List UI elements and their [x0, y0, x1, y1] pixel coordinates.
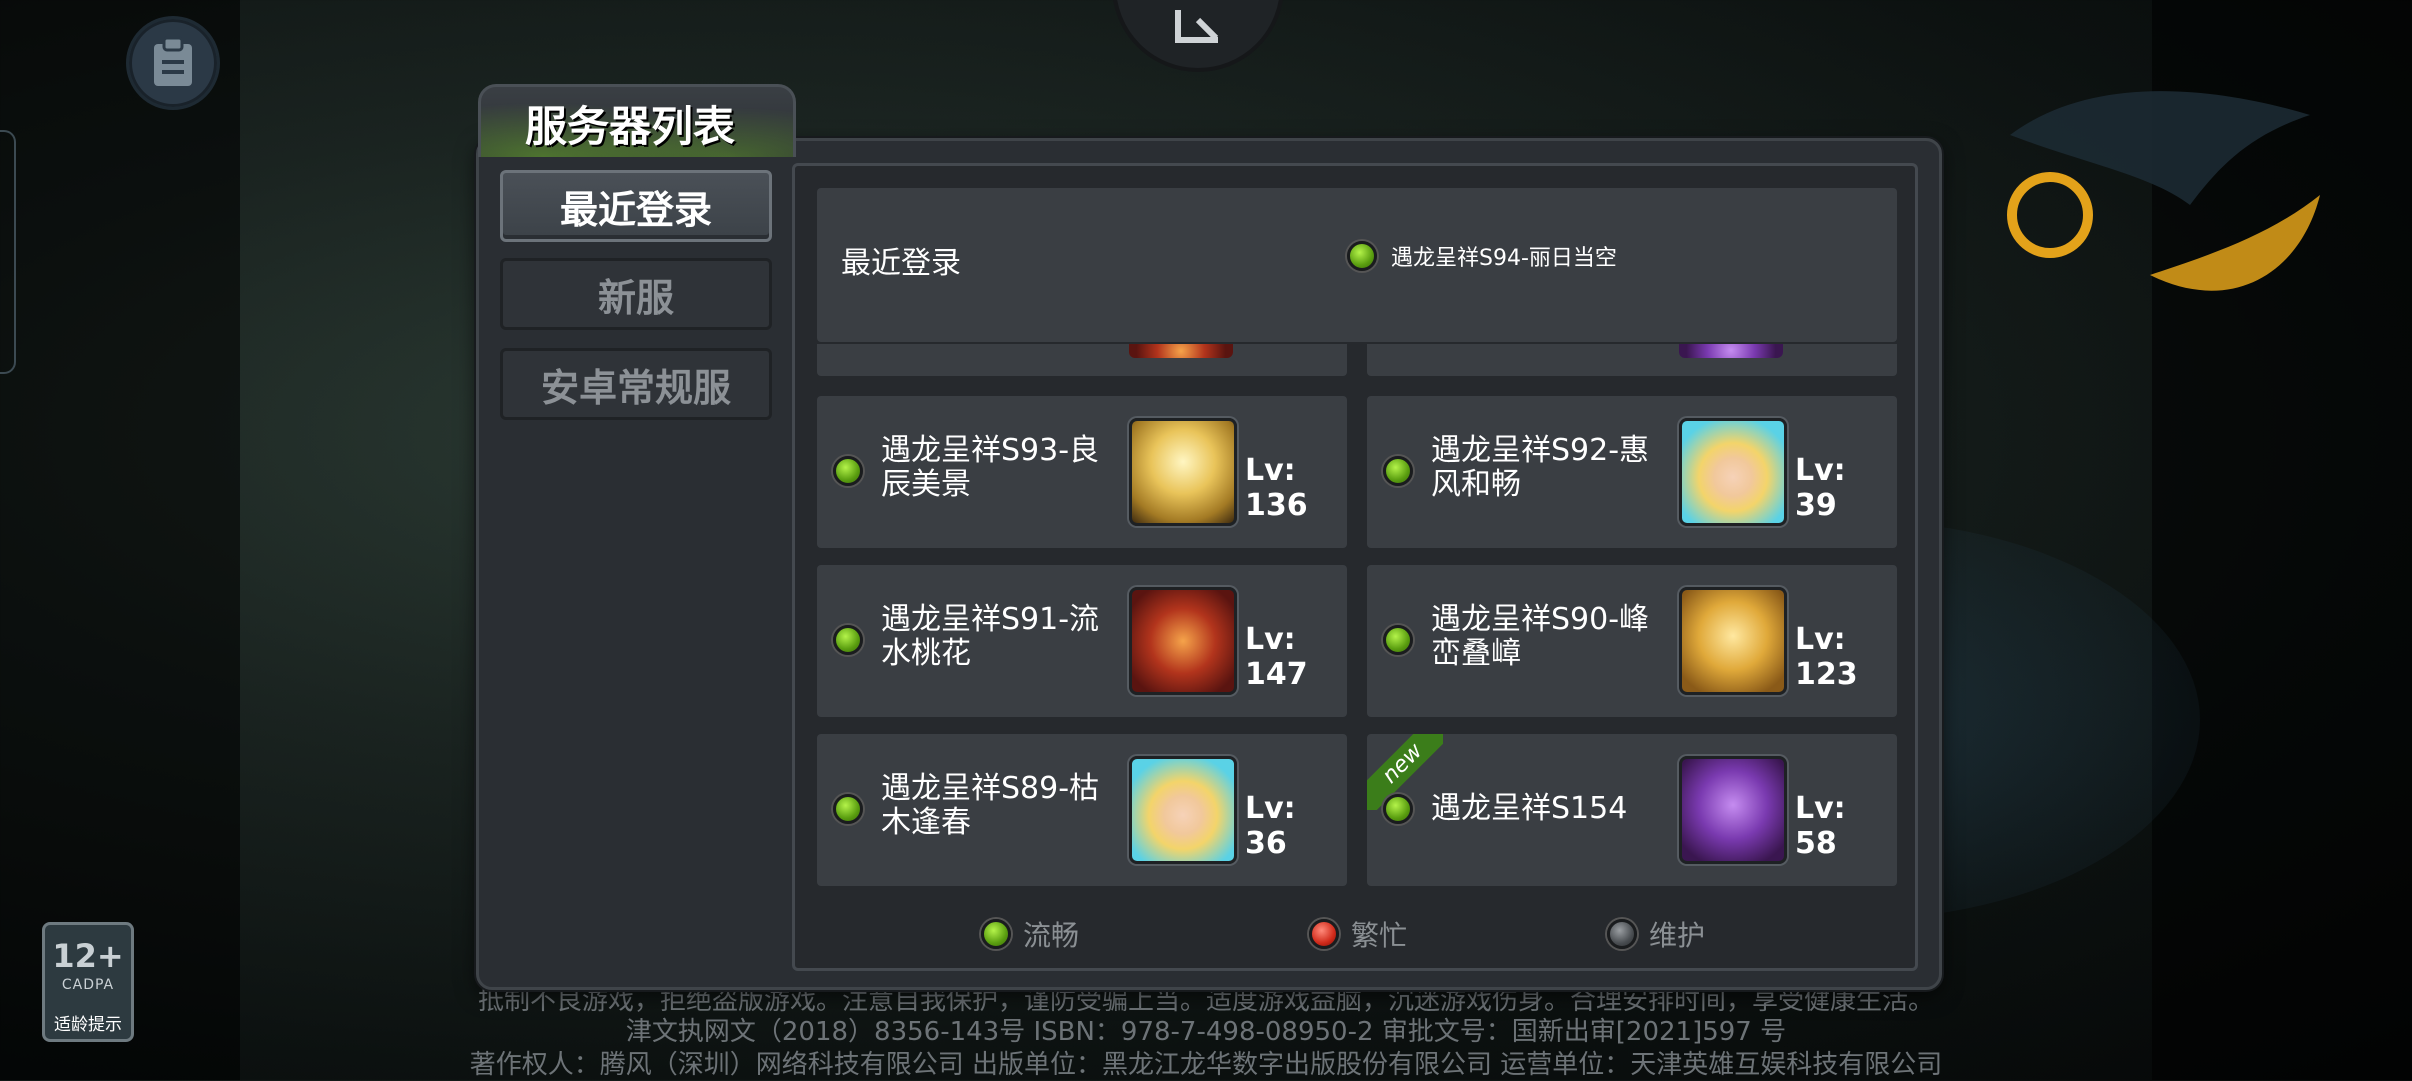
dragon-silhouette-icon: [2007, 91, 2320, 291]
status-dot-smooth: [1383, 456, 1413, 486]
legend-dot-red: [1309, 919, 1339, 949]
legend-dot-gray: [1607, 919, 1637, 949]
top-menu-button[interactable]: [1112, 0, 1284, 72]
rating-age: 12+: [52, 937, 124, 975]
red-dragon-avatar: [1129, 587, 1237, 695]
footer-copyright: 著作权人：腾风（深圳）网络科技有限公司 出版单位：黑龙江龙华数字出版股份有限公司…: [469, 1050, 1943, 1080]
edit-icon: [1175, 10, 1219, 43]
server-card[interactable]: 遇龙呈祥S89-枯木逢春 Lv: 36: [817, 734, 1347, 886]
server-level: Lv: 147: [1245, 622, 1308, 692]
legend-busy: 繁忙: [1309, 914, 1407, 954]
server-level: Lv: 39: [1795, 453, 1846, 523]
status-dot-smooth: [1383, 625, 1413, 655]
server-card[interactable]: 遇龙呈祥S91-流水桃花 Lv: 147: [817, 565, 1347, 717]
server-card[interactable]: 遇龙呈祥S93-良辰美景 Lv: 136: [817, 396, 1347, 548]
tab-recent-login[interactable]: 最近登录: [500, 170, 772, 242]
server-name: 遇龙呈祥S89-枯木逢春: [881, 771, 1100, 840]
legend-label: 维护: [1649, 919, 1706, 952]
status-dot-smooth: [1383, 794, 1413, 824]
server-name: 遇龙呈祥S93-良辰美景: [881, 433, 1100, 502]
notice-button[interactable]: [126, 16, 220, 110]
server-list-content[interactable]: 最近登录 遇龙呈祥S94-丽日当空 遇龙呈祥S93-良辰美景 Lv: 136 遇…: [792, 163, 1918, 971]
legend-maintenance: 维护: [1607, 914, 1705, 954]
server-level: Lv: 136: [1245, 453, 1308, 523]
panel-title-tab: 服务器列表: [478, 84, 796, 157]
purple-dragon-avatar: [1679, 756, 1787, 864]
server-level: Lv: 36: [1245, 791, 1296, 861]
footer-license: 津文执网文（2018）8356-143号 ISBN：978-7-498-0895…: [625, 1017, 1787, 1047]
server-name: 遇龙呈祥S92-惠风和畅: [1431, 433, 1650, 502]
recent-server-name: 遇龙呈祥S94-丽日当空: [1391, 246, 1617, 271]
server-name: 遇龙呈祥S154: [1431, 791, 1628, 826]
server-card-partial[interactable]: [1367, 344, 1897, 376]
server-name: 遇龙呈祥S90-峰峦叠嶂: [1431, 602, 1650, 671]
server-card-partial[interactable]: [817, 344, 1347, 376]
gold-wing-dragon-avatar: [1679, 587, 1787, 695]
tab-new-servers[interactable]: 新服: [500, 258, 772, 330]
server-card[interactable]: 遇龙呈祥S90-峰峦叠嶂 Lv: 123: [1367, 565, 1897, 717]
server-avatar-partial: [1679, 344, 1783, 358]
server-avatar-partial: [1129, 344, 1233, 358]
status-dot-smooth: [1347, 241, 1377, 271]
legend-dot-green: [981, 919, 1011, 949]
server-card[interactable]: new 遇龙呈祥S154 Lv: 58: [1367, 734, 1897, 886]
tab-android-servers[interactable]: 安卓常规服: [500, 348, 772, 420]
blonde-elf-avatar: [1679, 418, 1787, 526]
status-dot-smooth: [833, 456, 863, 486]
background-left-shade: [0, 0, 240, 1080]
server-name: 遇龙呈祥S91-流水桃花: [881, 602, 1100, 671]
server-card[interactable]: 遇龙呈祥S92-惠风和畅 Lv: 39: [1367, 396, 1897, 548]
panel-title: 服务器列表: [525, 102, 736, 151]
game-logo: [1890, 75, 2340, 335]
gold-dragon-avatar: [1129, 418, 1237, 526]
recent-server[interactable]: 遇龙呈祥S94-丽日当空: [1347, 240, 1617, 272]
server-level: Lv: 58: [1795, 791, 1846, 861]
legend-label: 繁忙: [1351, 919, 1408, 952]
status-dot-smooth: [833, 794, 863, 824]
legend-label: 流畅: [1023, 919, 1080, 952]
server-level: Lv: 123: [1795, 622, 1858, 692]
recent-login-card[interactable]: 最近登录 遇龙呈祥S94-丽日当空: [817, 188, 1897, 342]
clipboard-icon: [154, 36, 192, 86]
legend-smooth: 流畅: [981, 914, 1079, 954]
status-dot-smooth: [833, 625, 863, 655]
side-drawer-handle[interactable]: [0, 130, 16, 374]
blonde-elf-avatar: [1129, 756, 1237, 864]
recent-login-label: 最近登录: [841, 246, 961, 281]
